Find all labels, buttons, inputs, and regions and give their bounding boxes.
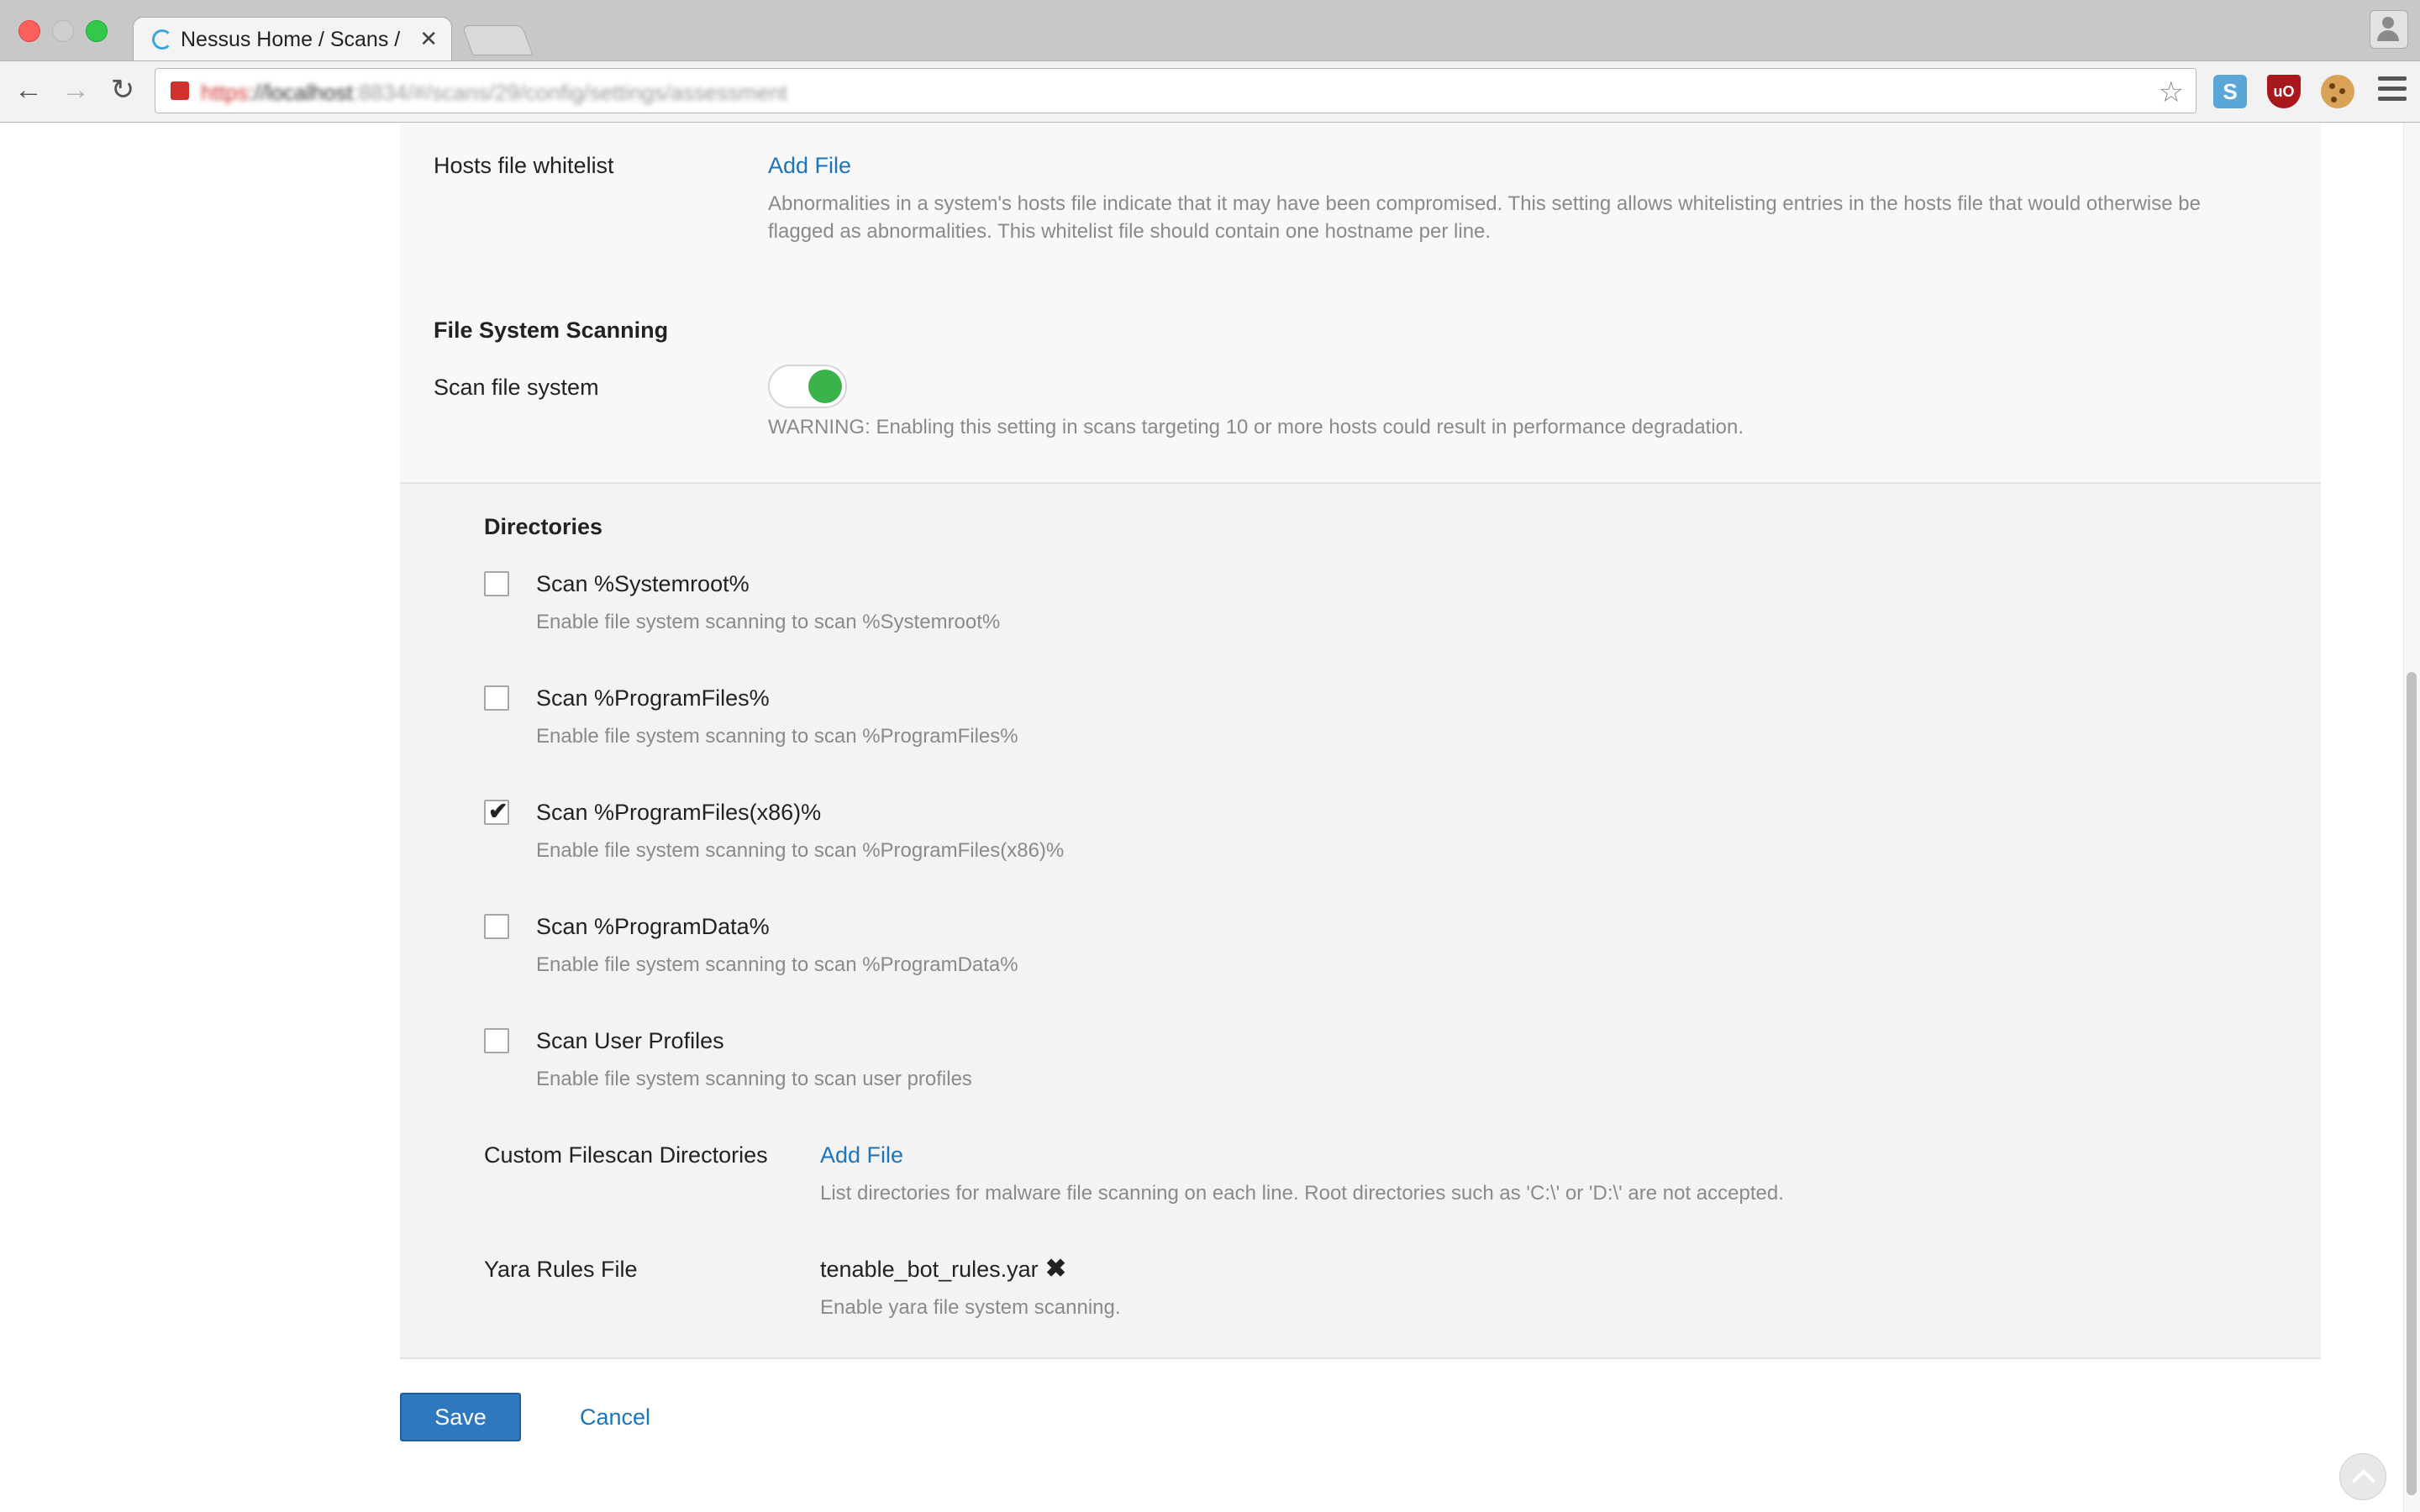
scroll-to-top-icon[interactable] [2339, 1453, 2386, 1500]
url-scheme: https [201, 80, 249, 105]
cancel-link[interactable]: Cancel [580, 1404, 650, 1431]
user-profiles-help: Enable file system scanning to scan user… [536, 1068, 972, 1090]
tab-title: Nessus Home / Scans / Ed [181, 28, 408, 51]
custom-filescan-help: List directories for malware file scanni… [820, 1182, 1784, 1205]
programfiles-label: Scan %ProgramFiles% [536, 685, 770, 711]
browser-titlebar: Nessus Home / Scans / Ed ✕ [0, 0, 2420, 61]
window-close-button[interactable] [18, 20, 40, 42]
custom-filescan-label: Custom Filescan Directories [484, 1142, 768, 1168]
hosts-whitelist-help-line1: Abnormalities in a system's hosts file i… [768, 192, 2201, 215]
yara-rules-label: Yara Rules File [484, 1257, 638, 1282]
systemroot-checkbox[interactable] [484, 571, 509, 596]
back-arrow-icon[interactable]: ← [12, 73, 45, 107]
extension-s-icon[interactable]: S [2213, 75, 2247, 108]
page-content: Hosts file whitelist Add File Abnormalit… [0, 123, 2420, 1512]
tab-close-icon[interactable]: ✕ [419, 26, 438, 52]
profile-avatar-icon[interactable] [2370, 10, 2408, 49]
directories-title: Directories [484, 514, 603, 539]
window-minimize-button[interactable] [52, 20, 74, 42]
programfiles-x86-help: Enable file system scanning to scan %Pro… [536, 839, 1065, 862]
programfiles-help: Enable file system scanning to scan %Pro… [536, 725, 1018, 748]
programfiles-checkbox[interactable] [484, 685, 509, 711]
bookmark-star-icon[interactable]: ☆ [2159, 76, 2184, 109]
yara-rules-filename: tenable_bot_rules.yar [820, 1257, 1039, 1282]
user-profiles-label: Scan User Profiles [536, 1028, 724, 1053]
browser-menu-icon[interactable] [2378, 76, 2407, 105]
checkmark-icon: ✔ [488, 798, 508, 824]
nessus-favicon-icon [152, 29, 172, 50]
url-path: :8834/#/scans/29/config/settings/assessm… [352, 80, 788, 105]
systemroot-label: Scan %Systemroot% [536, 571, 750, 596]
hosts-whitelist-label: Hosts file whitelist [434, 153, 614, 178]
file-system-scanning-title: File System Scanning [434, 318, 669, 343]
remove-file-icon[interactable]: ✖ [1045, 1257, 1066, 1282]
insecure-lock-icon [171, 81, 189, 100]
toggle-knob [808, 370, 842, 403]
programfiles-x86-label: Scan %ProgramFiles(x86)% [536, 800, 822, 825]
page-scrollbar-thumb[interactable] [2407, 672, 2417, 1495]
scan-file-system-toggle[interactable] [768, 365, 847, 408]
programdata-label: Scan %ProgramData% [536, 914, 770, 939]
programfiles-x86-checkbox[interactable]: ✔ [484, 798, 509, 825]
custom-filescan-add-file-link[interactable]: Add File [820, 1142, 903, 1168]
yara-rules-help: Enable yara file system scanning. [820, 1296, 1121, 1319]
browser-toolbar: ← → ↻ https://localhost:8834/#/scans/29/… [0, 61, 2420, 123]
user-profiles-checkbox[interactable] [484, 1028, 509, 1053]
hosts-whitelist-add-file-link[interactable]: Add File [768, 153, 851, 179]
address-bar[interactable]: https://localhost:8834/#/scans/29/config… [155, 68, 2196, 113]
new-tab-button[interactable] [461, 25, 534, 55]
programdata-help: Enable file system scanning to scan %Pro… [536, 953, 1018, 976]
url-host: ://localhost [248, 80, 353, 105]
reload-icon[interactable]: ↻ [106, 73, 139, 107]
cookie-extension-icon[interactable] [2321, 75, 2354, 108]
window-maximize-button[interactable] [86, 20, 108, 42]
scan-file-system-warning: WARNING: Enabling this setting in scans … [768, 416, 1744, 438]
scan-file-system-label: Scan file system [434, 375, 599, 400]
programdata-checkbox[interactable] [484, 914, 509, 939]
save-button[interactable]: Save [400, 1393, 521, 1441]
ublock-shield-icon[interactable]: uO [2267, 75, 2301, 108]
forward-arrow-icon[interactable]: → [59, 73, 92, 107]
systemroot-help: Enable file system scanning to scan %Sys… [536, 611, 1001, 633]
browser-tab-active[interactable]: Nessus Home / Scans / Ed ✕ [133, 17, 452, 60]
hosts-whitelist-help: Abnormalities in a system's hosts file i… [768, 190, 2264, 245]
hosts-whitelist-help-line2: flagged as abnormalities. This whitelist… [768, 220, 1491, 243]
url-text: https://localhost:8834/#/scans/29/config… [201, 80, 787, 106]
